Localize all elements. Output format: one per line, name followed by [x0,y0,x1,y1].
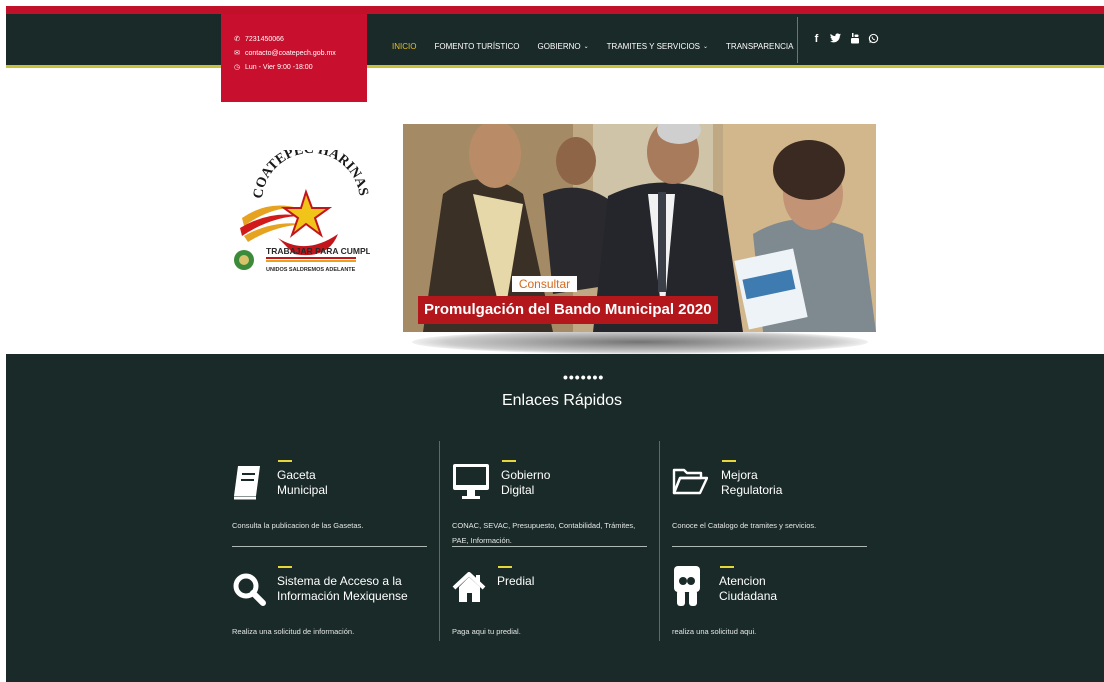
accent-bar [278,566,292,568]
quick-link-atencion-ciudadana[interactable]: Atencion Ciudadana realiza una solicitud… [672,566,872,646]
top-red-strip [6,6,1104,14]
menu-label: TRAMITES Y SERVICIOS [606,41,701,51]
page: ✆ 7231450066 ✉ contacto@coatepech.gob.mx… [0,0,1104,682]
svg-text:COATEPEC HARINAS: COATEPEC HARINAS [251,150,370,200]
menu-item-tramites-servicios[interactable]: TRAMITES Y SERVICIOS ⌄ [607,38,708,54]
menu-label: FOMENTO TURÍSTICO [434,41,520,51]
link-description: CONAC, SEVAC, Presupuesto, Contabilidad,… [452,521,636,545]
contact-hours-text: Lun - Vier 9:00 -18:00 [245,63,313,71]
link-description: realiza una solicitud aqui. [672,627,757,636]
facebook-icon[interactable]: f [811,33,822,47]
phone-icon: ✆ [234,36,240,43]
accent-bar [722,460,736,462]
section-dots: ••••••• [563,369,605,385]
hero-caption[interactable]: Promulgación del Bando Municipal 2020 [418,296,718,324]
logo-top-text: COATEPEC HARINAS [251,142,371,200]
chevron-down-icon: ⌄ [703,43,709,50]
menu-label: INICIO [392,41,417,51]
monitor-icon [452,463,490,506]
envelope-icon: ✉ [234,50,240,57]
column-divider-2 [659,441,660,641]
clock-icon: ◷ [233,64,241,71]
book-icon [232,464,262,505]
youtube-icon[interactable] [849,33,860,47]
link-title: Sistema de Acceso a la Información Mexiq… [277,574,408,603]
row-divider-3 [672,546,867,547]
link-title: Gobierno Digital [501,468,551,497]
citizen-icon [674,566,700,611]
menu-item-gobierno[interactable]: GOBIERNO ⌄ [538,38,589,54]
home-icon [452,572,486,609]
link-title: Predial [497,574,535,588]
link-description: Conoce el Catalogo de tramites y servici… [672,521,817,530]
logo-subslogan: UNIDOS SALDREMOS ADELANTE [266,267,356,273]
quick-link-saimex[interactable]: Sistema de Acceso a la Información Mexiq… [232,566,432,646]
menu-item-fomento-turistico[interactable]: FOMENTO TURÍSTICO [434,38,519,54]
quick-link-predial[interactable]: Predial Paga aqui tu predial. [452,566,652,646]
twitter-icon[interactable] [830,33,841,47]
row-divider-1 [232,546,427,547]
contact-box: ✆ 7231450066 ✉ contacto@coatepech.gob.mx… [221,14,367,102]
link-description: Consulta la publicacion de las Gasetas. [232,521,364,530]
main-menu: INICIO FOMENTO TURÍSTICO GOBIERNO ⌄ TRAMI… [392,38,793,54]
accent-bar [502,460,516,462]
accent-bar [278,460,292,462]
link-description: Paga aqui tu predial. [452,627,521,636]
chevron-down-icon: ⌄ [583,43,589,50]
quick-links-title: Enlaces Rápidos [501,392,623,409]
link-title: Atencion Ciudadana [719,574,778,603]
menu-item-inicio[interactable]: INICIO [392,38,416,54]
logo-slogan: TRABAJAR PARA CUMPLIR [266,246,370,256]
contact-phone[interactable]: ✆ 7231450066 [233,32,357,46]
nav-divider [797,17,798,63]
link-title: Gaceta Municipal [277,468,328,497]
contact-email-text: contacto@coatepech.gob.mx [245,49,336,57]
whatsapp-icon[interactable] [868,33,879,47]
contact-email[interactable]: ✉ contacto@coatepech.gob.mx [233,46,357,60]
column-divider-1 [439,441,440,641]
hero-shadow [412,330,868,354]
link-title: Mejora Regulatoria [721,468,783,497]
menu-item-transparencia[interactable]: TRANSPARENCIA [726,38,793,54]
quick-link-mejora-regulatoria[interactable]: Mejora Regulatoria Conoce el Catalogo de… [672,460,872,540]
quick-link-gaceta-municipal[interactable]: Gaceta Municipal Consulta la publicacion… [232,460,432,540]
consultar-button[interactable]: Consultar [512,276,577,292]
menu-label: GOBIERNO [537,41,581,51]
contact-phone-text: 7231450066 [245,35,284,43]
search-icon [232,572,266,611]
social-links: f [811,33,879,47]
link-description: Realiza una solicitud de información. [232,627,355,636]
folder-open-icon [672,466,709,501]
municipality-logo[interactable]: COATEPEC HARINAS TRABAJAR PARA CUMPLIR U… [228,142,379,285]
quick-link-gobierno-digital[interactable]: Gobierno Digital CONAC, SEVAC, Presupues… [452,460,652,550]
accent-bar [498,566,512,568]
contact-hours: ◷ Lun - Vier 9:00 -18:00 [233,60,357,74]
menu-label: TRANSPARENCIA [726,41,794,51]
accent-bar [720,566,734,568]
